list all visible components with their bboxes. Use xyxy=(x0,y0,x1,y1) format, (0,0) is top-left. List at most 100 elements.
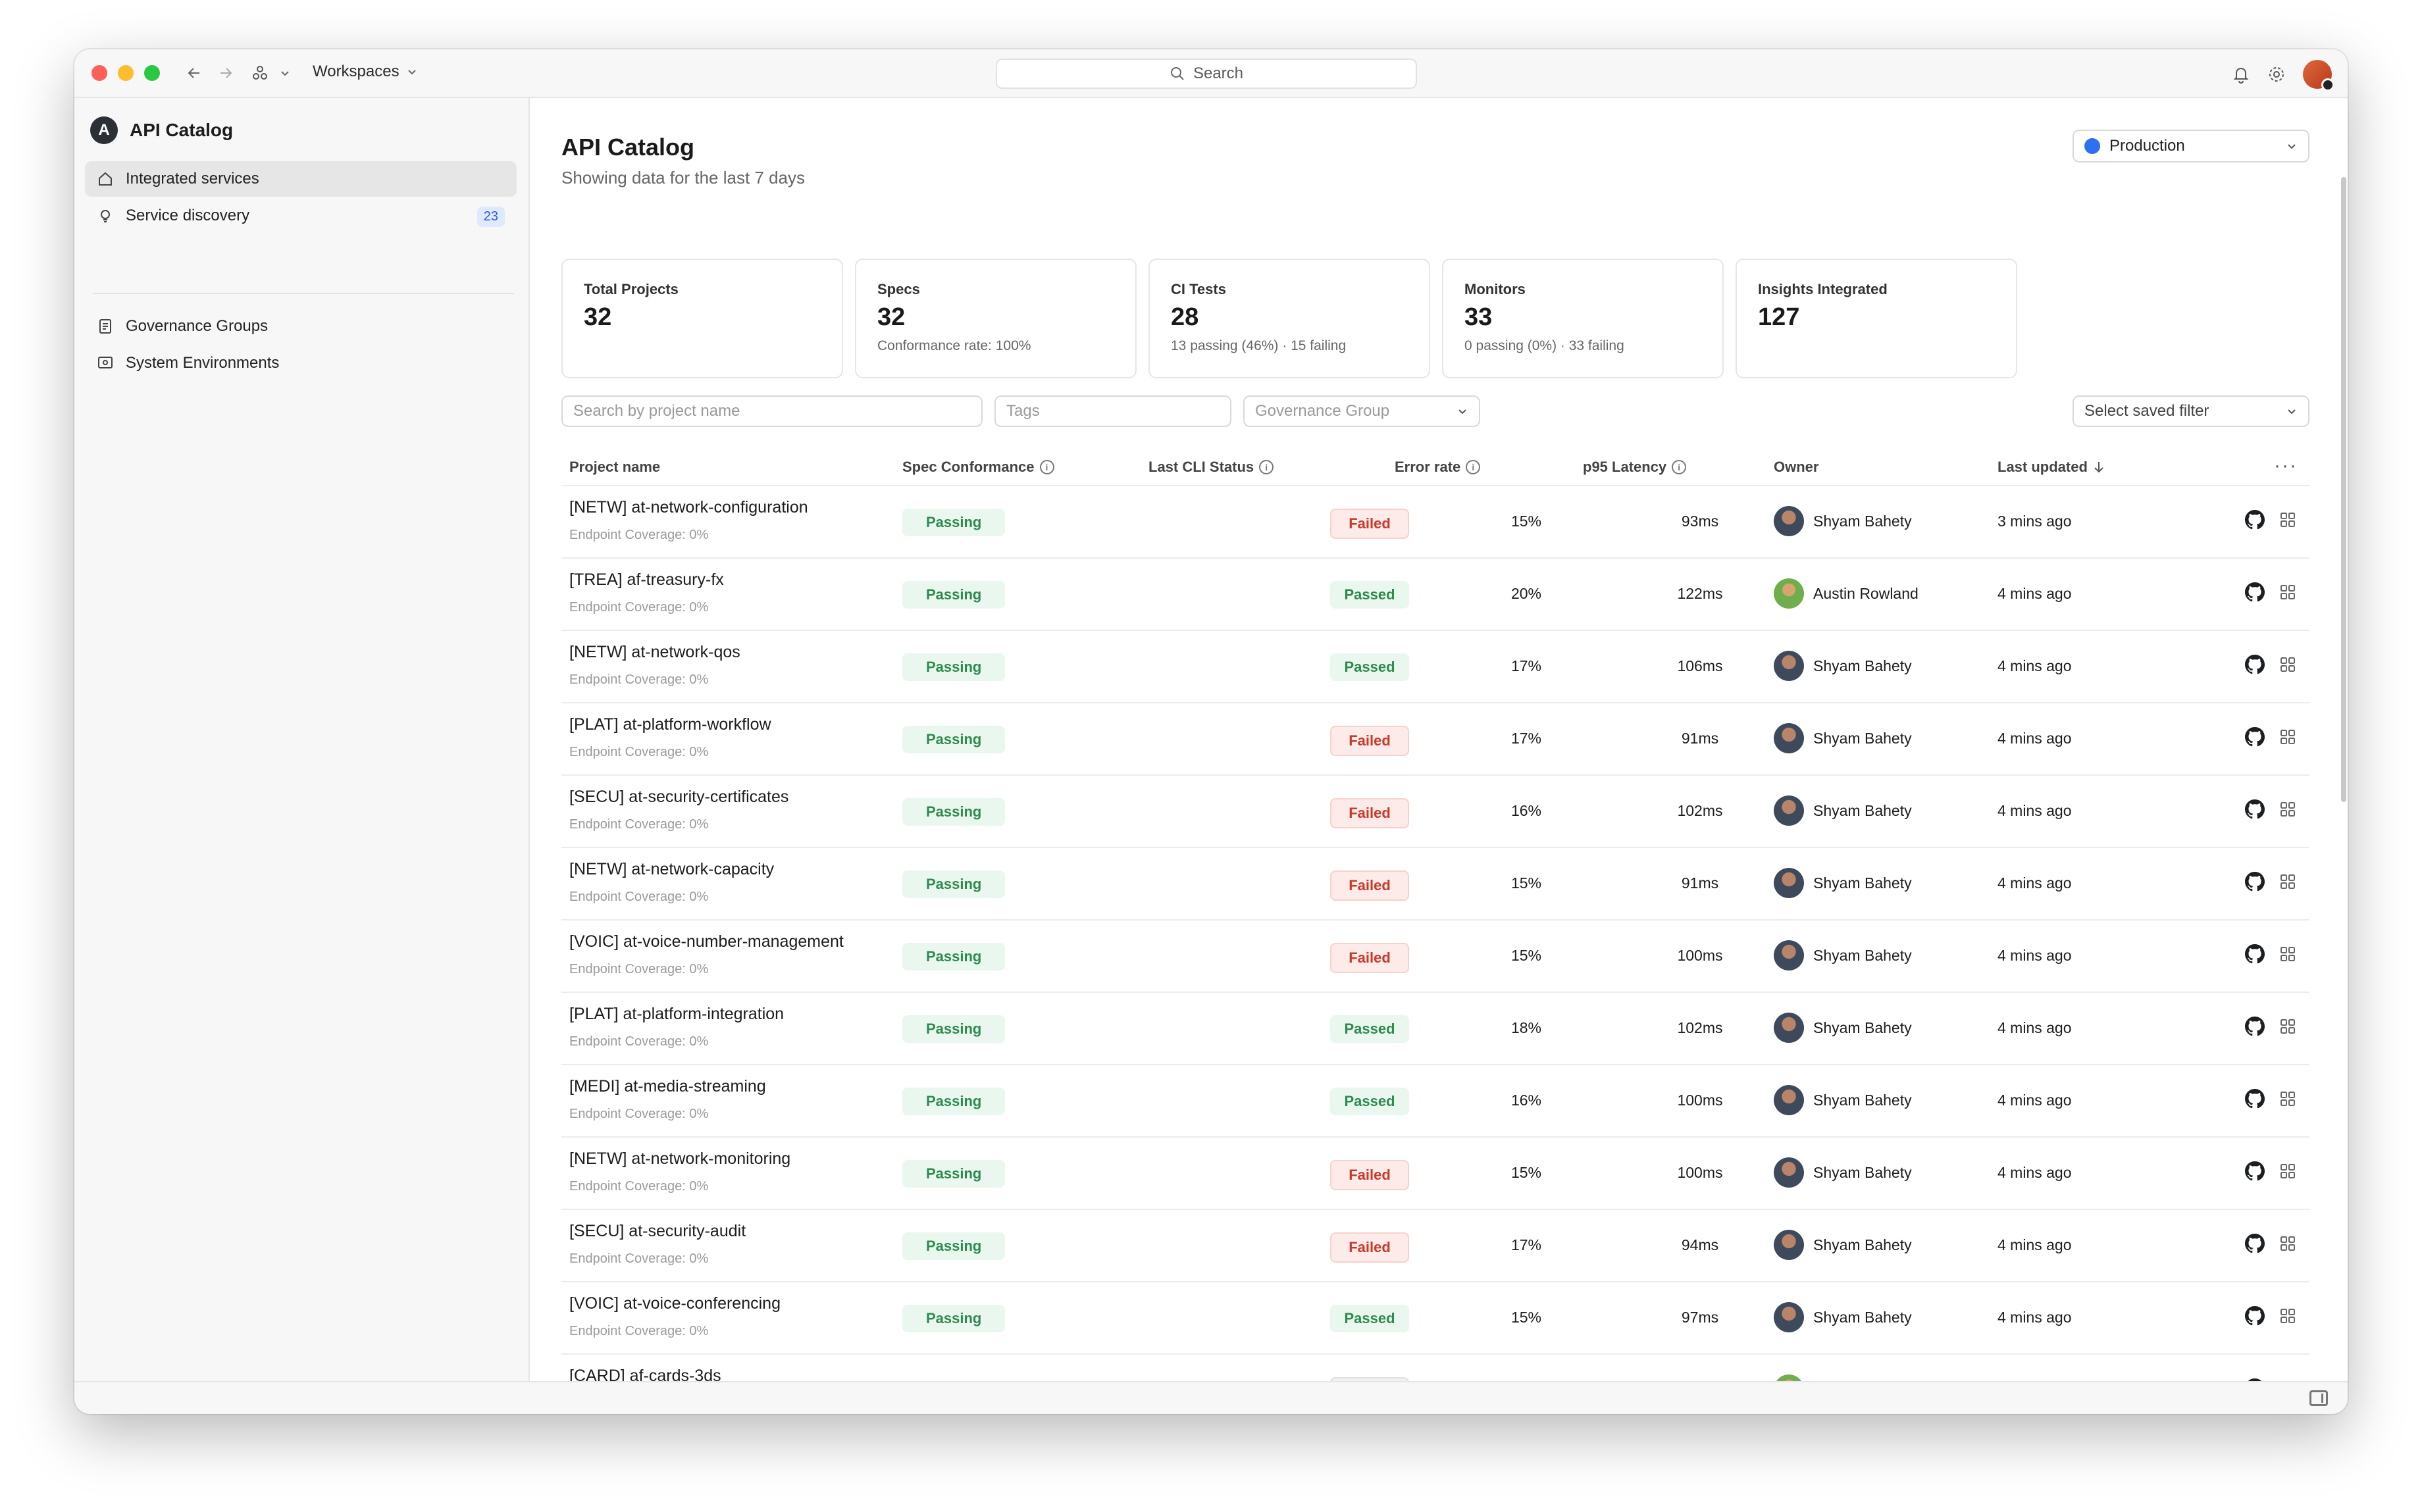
table-row[interactable]: [NETW] at-network-capacity Endpoint Cover… xyxy=(561,848,2309,920)
endpoint-coverage: Endpoint Coverage: 0% xyxy=(569,1324,709,1338)
table-row[interactable]: [NETW] at-network-configuration Endpoint … xyxy=(561,486,2309,559)
grid-icon[interactable] xyxy=(2279,801,2296,821)
github-icon[interactable] xyxy=(2245,1306,2265,1329)
close-window-button[interactable] xyxy=(91,65,107,81)
info-icon[interactable]: i xyxy=(1466,460,1481,474)
project-name-link[interactable]: [MEDI] at-media-streaming xyxy=(569,1077,766,1096)
info-icon[interactable]: i xyxy=(1039,460,1054,474)
project-name-link[interactable]: [NETW] at-network-monitoring xyxy=(569,1149,790,1169)
table-body: [NETW] at-network-configuration Endpoint … xyxy=(561,486,2309,1414)
github-icon[interactable] xyxy=(2245,655,2265,678)
project-cell: [NETW] at-network-qos Endpoint Coverage: … xyxy=(569,643,740,688)
column-header-last-updated[interactable]: Last updated xyxy=(1997,459,2105,476)
cli-status-badge: Passed xyxy=(1330,653,1409,681)
project-name-link[interactable]: [TREA] af-treasury-fx xyxy=(569,570,724,590)
grid-icon[interactable] xyxy=(2279,511,2296,532)
grid-icon[interactable] xyxy=(2279,656,2296,676)
table-row[interactable]: [NETW] at-network-qos Endpoint Coverage: … xyxy=(561,631,2309,703)
table-row[interactable]: [VOIC] at-voice-number-management Endpoin… xyxy=(561,920,2309,993)
stat-note: Conformance rate: 100% xyxy=(877,338,1031,353)
grid-icon[interactable] xyxy=(2279,1018,2296,1038)
toggle-panel-icon[interactable] xyxy=(2309,1390,2328,1406)
table-row[interactable]: [TREA] af-treasury-fx Endpoint Coverage: … xyxy=(561,559,2309,631)
home-icon xyxy=(99,172,112,186)
grid-icon[interactable] xyxy=(2279,1090,2296,1111)
github-icon[interactable] xyxy=(2245,799,2265,822)
governance-group-select[interactable]: Governance Group xyxy=(1243,395,1480,427)
grid-icon[interactable] xyxy=(2279,945,2296,966)
grid-icon[interactable] xyxy=(2279,728,2296,749)
grid-icon[interactable] xyxy=(2279,1163,2296,1183)
column-header-project-name[interactable]: Project name xyxy=(569,459,660,476)
info-icon[interactable]: i xyxy=(1259,460,1274,474)
bell-icon[interactable] xyxy=(2232,65,2250,84)
table-row[interactable]: [VOIC] at-voice-conferencing Endpoint Cov… xyxy=(561,1282,2309,1355)
sidebar-item-system-environments[interactable]: System Environments xyxy=(85,345,517,381)
project-name-link[interactable]: [NETW] at-network-capacity xyxy=(569,860,774,879)
project-cell: [MEDI] at-media-streaming Endpoint Covera… xyxy=(569,1077,766,1122)
column-header-owner[interactable]: Owner xyxy=(1774,459,1818,476)
avatar xyxy=(1774,1013,1804,1043)
project-search-input[interactable]: Search by project name xyxy=(561,395,983,427)
project-name-link[interactable]: [VOIC] at-voice-number-management xyxy=(569,932,844,951)
workspaces-menu[interactable]: Workspaces xyxy=(313,63,418,81)
grid-icon[interactable] xyxy=(2279,1307,2296,1328)
github-icon[interactable] xyxy=(2245,727,2265,750)
github-icon[interactable] xyxy=(2245,944,2265,967)
column-header-p95-latency[interactable]: p95 Latency i xyxy=(1583,459,1687,476)
spec-status-badge: Passing xyxy=(902,1305,1006,1332)
table-row[interactable]: [NETW] at-network-monitoring Endpoint Cov… xyxy=(561,1138,2309,1210)
info-icon[interactable]: i xyxy=(1672,460,1687,474)
forward-arrow-icon[interactable] xyxy=(213,60,239,86)
table-row[interactable]: [SECU] at-security-audit Endpoint Coverag… xyxy=(561,1210,2309,1282)
column-header-last-cli-status[interactable]: Last CLI Status i xyxy=(1148,459,1274,476)
github-icon[interactable] xyxy=(2245,1017,2265,1040)
sidebar-item-governance-groups[interactable]: Governance Groups xyxy=(85,309,517,344)
back-arrow-icon[interactable] xyxy=(181,60,207,86)
chevron-down-icon[interactable] xyxy=(272,60,298,86)
project-name-link[interactable]: [PLAT] at-platform-integration xyxy=(569,1005,784,1024)
latency-value: 102ms xyxy=(1677,802,1723,819)
search-icon xyxy=(1170,67,1184,80)
stat-card-insights-integrated: Insights Integrated 127 xyxy=(1736,259,2017,378)
project-name-link[interactable]: [PLAT] at-platform-workflow xyxy=(569,715,771,734)
github-icon[interactable] xyxy=(2245,510,2265,533)
grid-icon[interactable] xyxy=(2279,873,2296,894)
github-icon[interactable] xyxy=(2245,1089,2265,1112)
environment-select[interactable]: Production xyxy=(2073,130,2309,163)
project-name-link[interactable]: [NETW] at-network-configuration xyxy=(569,498,808,517)
more-options-icon[interactable]: ··· xyxy=(2274,455,2298,477)
table-row[interactable]: [SECU] at-security-certificates Endpoint … xyxy=(561,776,2309,848)
sidebar-item-service-discovery[interactable]: Service discovery 23 xyxy=(85,198,517,234)
minimize-window-button[interactable] xyxy=(118,65,134,81)
table-row[interactable]: [MEDI] at-media-streaming Endpoint Covera… xyxy=(561,1065,2309,1138)
column-header-spec-conformance[interactable]: Spec Conformance i xyxy=(902,459,1054,476)
error-rate-value: 17% xyxy=(1510,1236,1542,1253)
column-header-error-rate[interactable]: Error rate i xyxy=(1395,459,1481,476)
table-row[interactable]: [PLAT] at-platform-workflow Endpoint Cove… xyxy=(561,703,2309,776)
grid-icon[interactable] xyxy=(2279,1235,2296,1255)
last-updated-value: 4 mins ago xyxy=(1997,1092,2072,1109)
cli-status-badge: Passed xyxy=(1330,581,1409,609)
owner-name: Shyam Bahety xyxy=(1813,1091,1912,1109)
grid-icon[interactable] xyxy=(2279,584,2296,604)
global-search-input[interactable]: Search xyxy=(996,59,1417,89)
github-icon[interactable] xyxy=(2245,1234,2265,1257)
saved-filter-select[interactable]: Select saved filter xyxy=(2073,395,2309,427)
maximize-window-button[interactable] xyxy=(144,65,160,81)
github-icon[interactable] xyxy=(2245,1161,2265,1184)
project-name-link[interactable]: [VOIC] at-voice-conferencing xyxy=(569,1294,781,1313)
project-name-link[interactable]: [SECU] at-security-audit xyxy=(569,1222,746,1241)
github-icon[interactable] xyxy=(2245,872,2265,895)
scrollbar[interactable] xyxy=(2341,177,2346,802)
owner-name: Shyam Bahety xyxy=(1813,512,1912,530)
sidebar-item-integrated-services[interactable]: Integrated services xyxy=(85,161,517,197)
gear-icon[interactable] xyxy=(2267,65,2286,84)
tags-input[interactable]: Tags xyxy=(994,395,1231,427)
project-name-link[interactable]: [NETW] at-network-qos xyxy=(569,643,740,662)
project-name-link[interactable]: [SECU] at-security-certificates xyxy=(569,788,788,807)
workspace-icon[interactable] xyxy=(247,60,273,86)
table-row[interactable]: [PLAT] at-platform-integration Endpoint C… xyxy=(561,993,2309,1065)
github-icon[interactable] xyxy=(2245,582,2265,605)
user-avatar[interactable] xyxy=(2303,60,2334,91)
